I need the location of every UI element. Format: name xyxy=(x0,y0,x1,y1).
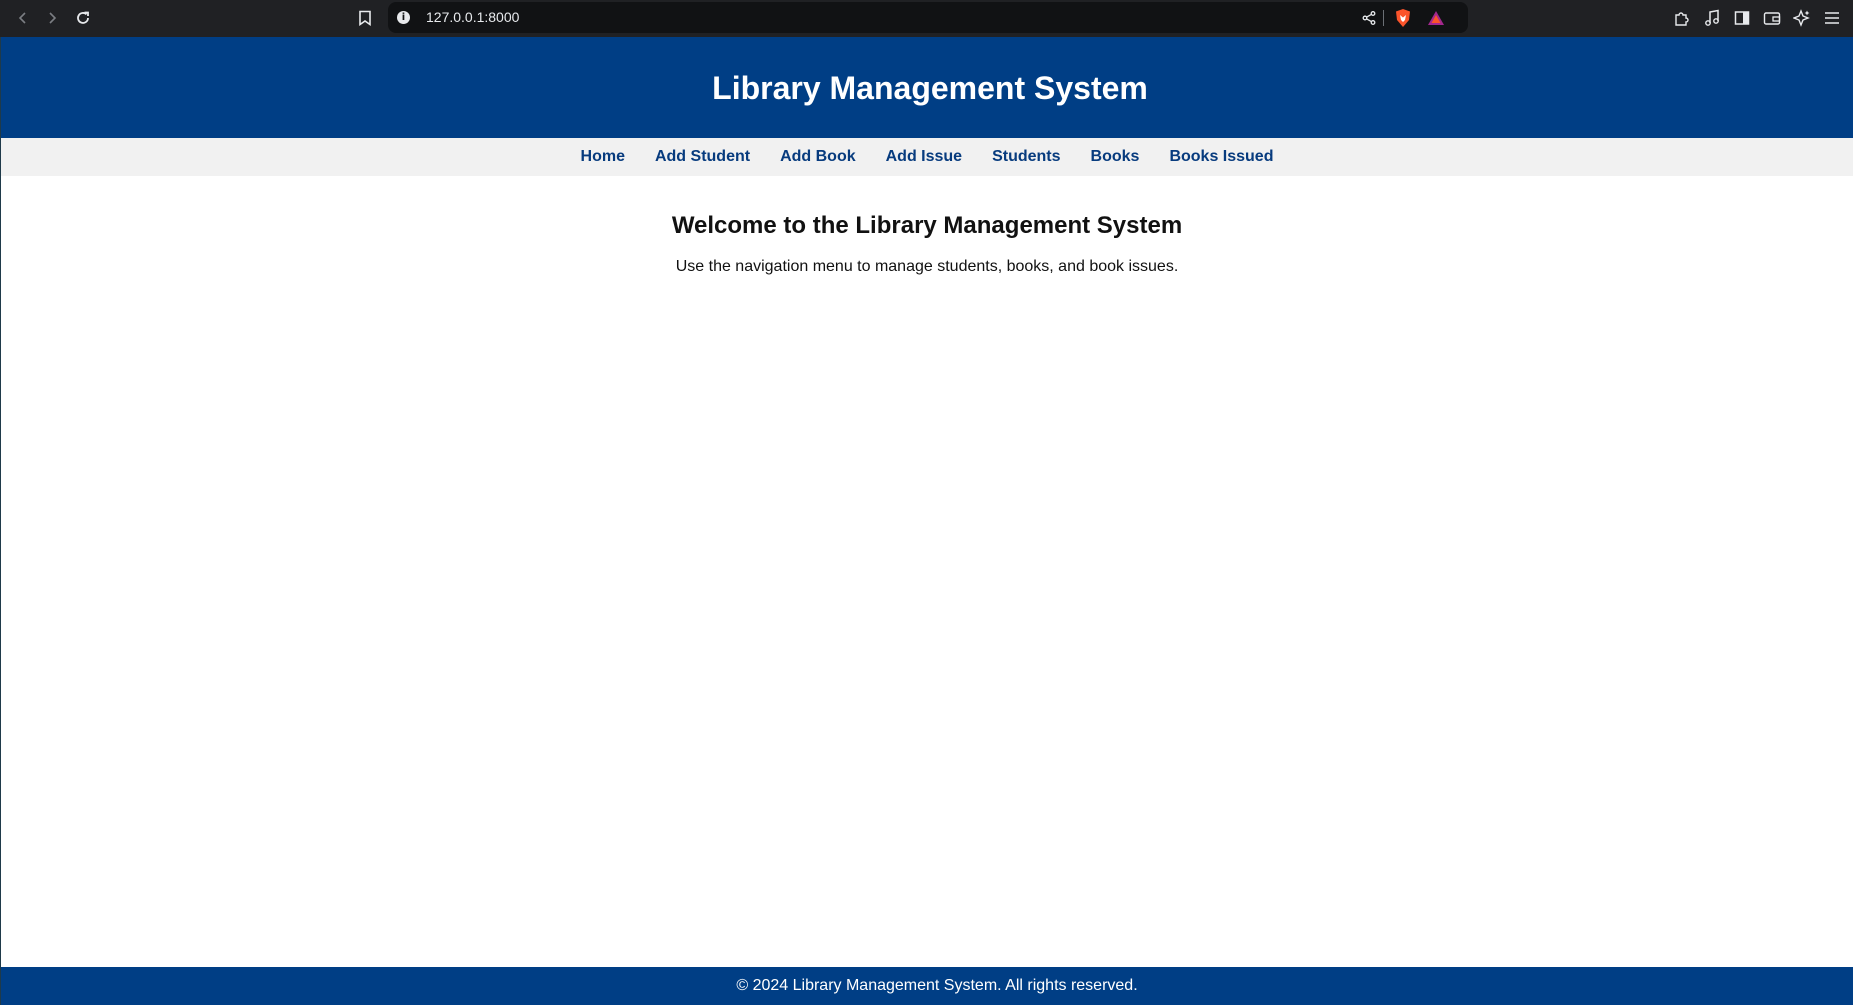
wallet-icon[interactable] xyxy=(1760,6,1784,30)
nav-link-books[interactable]: Books xyxy=(1091,148,1140,166)
welcome-heading: Welcome to the Library Management System xyxy=(671,212,1183,239)
url-text: 127.0.0.1:8000 xyxy=(426,9,520,25)
main-content: Welcome to the Library Management System… xyxy=(1,212,1853,276)
leo-ai-icon[interactable] xyxy=(1790,6,1814,30)
footer-text: © 2024 Library Management System. All ri… xyxy=(736,977,1138,994)
nav-link-students[interactable]: Students xyxy=(992,148,1060,166)
extensions-icon[interactable] xyxy=(1670,6,1694,30)
welcome-text: Use the navigation menu to manage studen… xyxy=(675,258,1179,275)
nav-link-home[interactable]: Home xyxy=(581,148,625,166)
media-icon[interactable] xyxy=(1700,6,1724,30)
nav-link-add-student[interactable]: Add Student xyxy=(655,148,750,166)
menu-icon[interactable] xyxy=(1820,6,1844,30)
brave-shield-icon[interactable] xyxy=(1391,6,1415,30)
address-divider xyxy=(1383,10,1384,26)
share-icon[interactable] xyxy=(1357,6,1381,30)
reload-icon[interactable] xyxy=(71,6,95,30)
back-icon[interactable] xyxy=(11,6,35,30)
page-viewport: Library Management System Home Add Stude… xyxy=(0,37,1853,1005)
info-icon[interactable]: i xyxy=(397,11,410,24)
site-header: Library Management System xyxy=(1,37,1853,138)
sidebar-icon[interactable] xyxy=(1730,6,1754,30)
forward-icon[interactable] xyxy=(40,6,64,30)
site-footer: © 2024 Library Management System. All ri… xyxy=(1,967,1853,1005)
site-title: Library Management System xyxy=(712,70,1148,106)
nav-link-books-issued[interactable]: Books Issued xyxy=(1169,148,1273,166)
nav-link-add-book[interactable]: Add Book xyxy=(780,148,856,166)
nav-link-add-issue[interactable]: Add Issue xyxy=(886,148,962,166)
brave-rewards-icon[interactable] xyxy=(1424,6,1448,30)
browser-toolbar: i 127.0.0.1:8000 xyxy=(0,0,1853,37)
bookmark-icon[interactable] xyxy=(353,6,377,30)
main-nav: Home Add Student Add Book Add Issue Stud… xyxy=(1,138,1853,176)
address-bar[interactable]: i 127.0.0.1:8000 xyxy=(388,2,1468,33)
